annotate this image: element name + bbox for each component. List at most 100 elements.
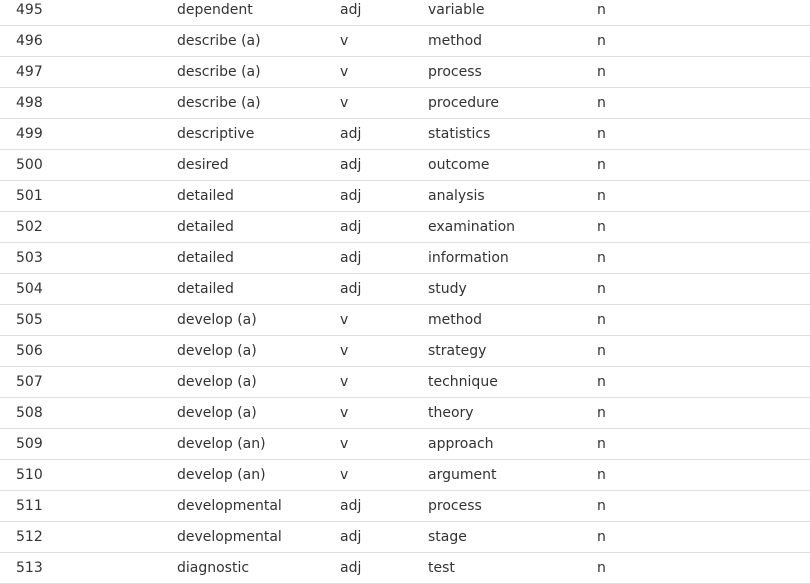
collocate-pos-cell: n xyxy=(597,281,606,297)
headword-pos-cell: adj xyxy=(340,219,362,235)
headword-cell: descriptive xyxy=(177,126,255,142)
row-number-cell: 510 xyxy=(16,467,43,483)
collocate-pos-cell: n xyxy=(597,157,606,173)
row-number-cell: 513 xyxy=(16,560,43,576)
row-number-cell: 508 xyxy=(16,405,43,421)
table-row: 504 detailed adj study n xyxy=(0,274,810,305)
table-row: 512 developmental adj stage n xyxy=(0,522,810,553)
collocate-pos-cell: n xyxy=(597,312,606,328)
collocate-pos-cell: n xyxy=(597,250,606,266)
headword-cell: developmental xyxy=(177,498,282,514)
row-number-cell: 497 xyxy=(16,64,43,80)
headword-cell: detailed xyxy=(177,219,234,235)
collocation-table: 495 dependent adj variable n 496 describe (a) v… xyxy=(0,0,810,584)
collocate-pos-cell: n xyxy=(597,219,606,235)
headword-cell: detailed xyxy=(177,250,234,266)
headword-cell: develop (a) xyxy=(177,374,257,390)
table-row: 497 describe (a) v process n xyxy=(0,57,810,88)
headword-cell: developmental xyxy=(177,529,282,545)
headword-cell: detailed xyxy=(177,281,234,297)
headword-pos-cell: adj xyxy=(340,126,362,142)
headword-pos-cell: v xyxy=(340,33,349,49)
row-number-cell: 500 xyxy=(16,157,43,173)
headword-pos-cell: v xyxy=(340,312,349,328)
table-row: 510 develop (an) v argument n xyxy=(0,460,810,491)
table-row: 503 detailed adj information n xyxy=(0,243,810,274)
table-row: 499 descriptive adj statistics n xyxy=(0,119,810,150)
table-row: 502 detailed adj examination n xyxy=(0,212,810,243)
table-row: 498 describe (a) v procedure n xyxy=(0,88,810,119)
collocate-cell: stage xyxy=(428,529,467,545)
collocate-pos-cell: n xyxy=(597,33,606,49)
row-number-cell: 506 xyxy=(16,343,43,359)
table-row: 509 develop (an) v approach n xyxy=(0,429,810,460)
headword-pos-cell: adj xyxy=(340,188,362,204)
headword-cell: develop (an) xyxy=(177,467,266,483)
collocate-pos-cell: n xyxy=(597,126,606,142)
table-row: 500 desired adj outcome n xyxy=(0,150,810,181)
collocate-cell: process xyxy=(428,498,482,514)
headword-pos-cell: v xyxy=(340,343,349,359)
headword-cell: describe (a) xyxy=(177,95,261,111)
headword-cell: describe (a) xyxy=(177,33,261,49)
row-number-cell: 511 xyxy=(16,498,43,514)
headword-pos-cell: adj xyxy=(340,250,362,266)
headword-pos-cell: adj xyxy=(340,498,362,514)
table-row: 501 detailed adj analysis n xyxy=(0,181,810,212)
collocate-pos-cell: n xyxy=(597,436,606,452)
row-number-cell: 495 xyxy=(16,2,43,18)
collocate-cell: strategy xyxy=(428,343,487,359)
headword-pos-cell: v xyxy=(340,436,349,452)
collocate-cell: outcome xyxy=(428,157,490,173)
headword-cell: diagnostic xyxy=(177,560,250,576)
headword-cell: detailed xyxy=(177,188,234,204)
row-number-cell: 512 xyxy=(16,529,43,545)
headword-pos-cell: v xyxy=(340,95,349,111)
row-number-cell: 501 xyxy=(16,188,43,204)
headword-pos-cell: v xyxy=(340,467,349,483)
headword-pos-cell: adj xyxy=(340,281,362,297)
collocate-pos-cell: n xyxy=(597,374,606,390)
collocate-pos-cell: n xyxy=(597,498,606,514)
collocate-cell: process xyxy=(428,64,482,80)
collocate-cell: analysis xyxy=(428,188,485,204)
collocate-cell: approach xyxy=(428,436,494,452)
headword-pos-cell: adj xyxy=(340,157,362,173)
collocate-cell: method xyxy=(428,312,483,328)
collocate-pos-cell: n xyxy=(597,467,606,483)
row-number-cell: 498 xyxy=(16,95,43,111)
collocate-cell: technique xyxy=(428,374,498,390)
collocate-cell: study xyxy=(428,281,467,297)
headword-pos-cell: adj xyxy=(340,2,362,18)
collocate-cell: test xyxy=(428,560,455,576)
collocate-cell: examination xyxy=(428,219,516,235)
collocate-pos-cell: n xyxy=(597,343,606,359)
table-row: 513 diagnostic adj test n xyxy=(0,553,810,584)
collocate-pos-cell: n xyxy=(597,188,606,204)
collocate-cell: method xyxy=(428,33,483,49)
table-row: 495 dependent adj variable n xyxy=(0,0,810,26)
collocate-pos-cell: n xyxy=(597,529,606,545)
row-number-cell: 503 xyxy=(16,250,43,266)
headword-cell: dependent xyxy=(177,2,253,18)
row-number-cell: 509 xyxy=(16,436,43,452)
collocate-pos-cell: n xyxy=(597,560,606,576)
table-row: 508 develop (a) v theory n xyxy=(0,398,810,429)
headword-cell: desired xyxy=(177,157,229,173)
collocate-cell: procedure xyxy=(428,95,500,111)
collocate-cell: statistics xyxy=(428,126,491,142)
headword-pos-cell: v xyxy=(340,405,349,421)
headword-pos-cell: adj xyxy=(340,529,362,545)
row-number-cell: 507 xyxy=(16,374,43,390)
collocate-cell: theory xyxy=(428,405,474,421)
table-row: 505 develop (a) v method n xyxy=(0,305,810,336)
headword-pos-cell: adj xyxy=(340,560,362,576)
collocate-pos-cell: n xyxy=(597,95,606,111)
row-number-cell: 502 xyxy=(16,219,43,235)
table-row: 506 develop (a) v strategy n xyxy=(0,336,810,367)
headword-cell: develop (a) xyxy=(177,312,257,328)
headword-cell: develop (an) xyxy=(177,436,266,452)
headword-cell: develop (a) xyxy=(177,405,257,421)
row-number-cell: 505 xyxy=(16,312,43,328)
row-number-cell: 504 xyxy=(16,281,43,297)
